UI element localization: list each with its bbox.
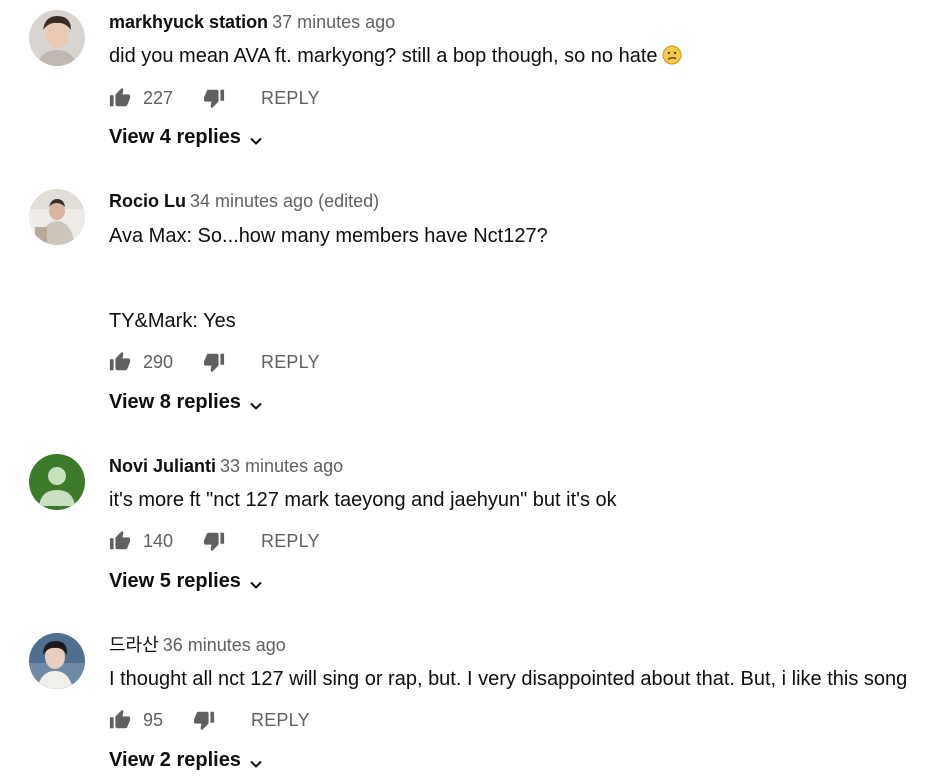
thumbs-up-icon[interactable] [109,87,131,109]
confused-face-icon [662,45,682,65]
comment-timestamp[interactable]: 36 minutes ago [163,635,286,655]
thumbs-down-icon[interactable] [203,87,225,109]
thumbs-down-icon[interactable] [193,709,215,731]
comment-text: did you mean AVA ft. markyong? still a b… [109,44,682,68]
comment-header: Novi Julianti 33 minutes ago [109,455,343,477]
thumbs-down-icon[interactable] [203,351,225,373]
view-replies-label: View 4 replies [109,126,241,148]
comment-timestamp[interactable]: 33 minutes ago [220,456,343,476]
thumbs-up-icon[interactable] [109,709,131,731]
view-replies-button[interactable]: View 2 replies [109,749,263,772]
comment-header: Rocio Lu 34 minutes ago (edited) [109,190,379,212]
chevron-down-icon [249,575,263,589]
comment-header: markhyuck station 37 minutes ago [109,11,395,33]
like-count: 95 [143,709,164,730]
comment-text-line: did you mean AVA ft. markyong? still a b… [109,45,658,67]
thumbs-up-icon[interactable] [109,530,131,552]
chevron-down-icon [249,754,263,768]
comment-text-line: I thought all nct 127 will sing or rap, … [109,668,908,690]
avatar[interactable] [29,189,85,245]
reply-button[interactable]: REPLY [261,531,320,552]
view-replies-button[interactable]: View 4 replies [109,126,263,149]
reply-button[interactable]: REPLY [251,710,310,731]
avatar[interactable] [29,633,85,689]
author-name[interactable]: 드라산 [109,635,159,655]
comment-actions: 140 REPLY [109,529,320,553]
comment-text-line: Ava Max: So...how many members have Nct1… [109,225,548,247]
view-replies-label: View 2 replies [109,749,241,771]
author-name[interactable]: Novi Julianti [109,456,216,476]
reply-button[interactable]: REPLY [261,88,320,109]
view-replies-button[interactable]: View 8 replies [109,391,263,414]
view-replies-label: View 8 replies [109,391,241,413]
comment-text-line: it's more ft "nct 127 mark taeyong and j… [109,489,617,511]
comment-actions: 95 REPLY [109,708,310,732]
avatar[interactable] [29,10,85,66]
thumbs-down-icon[interactable] [203,530,225,552]
thumbs-up-icon[interactable] [109,351,131,373]
comment-actions: 227 REPLY [109,86,320,110]
default-avatar-icon[interactable] [29,454,85,510]
chevron-down-icon [249,131,263,145]
reply-button[interactable]: REPLY [261,352,320,373]
like-count: 290 [143,351,174,372]
view-replies-button[interactable]: View 5 replies [109,570,263,593]
comment-timestamp[interactable]: 37 minutes ago [272,12,395,32]
like-count: 227 [143,87,174,108]
comment-header: 드라산 36 minutes ago [109,634,286,656]
chevron-down-icon [249,396,263,410]
author-name[interactable]: Rocio Lu [109,191,186,211]
comment-text-line: TY&Mark: Yes [109,310,236,332]
like-count: 140 [143,530,174,551]
comment-actions: 290 REPLY [109,350,320,374]
comment-timestamp[interactable]: 34 minutes ago (edited) [190,191,379,211]
view-replies-label: View 5 replies [109,570,241,592]
author-name[interactable]: markhyuck station [109,12,268,32]
